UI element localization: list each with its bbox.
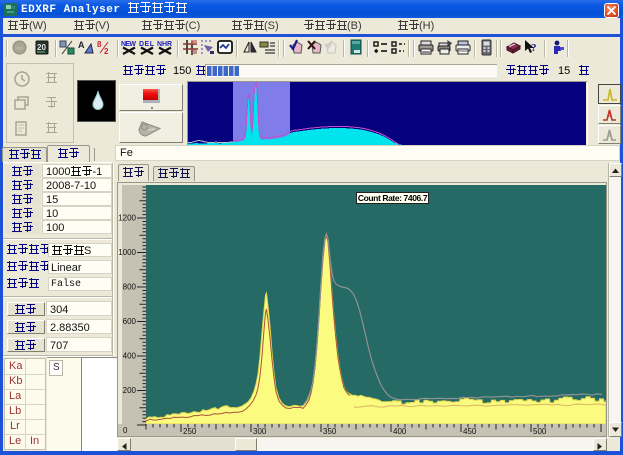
svg-text:450: 450 <box>463 427 477 436</box>
svg-text:300: 300 <box>253 427 267 436</box>
svg-text:8: 8 <box>97 40 102 49</box>
svg-text:400: 400 <box>393 427 407 436</box>
svg-text:0: 0 <box>123 426 128 435</box>
svg-text:1200: 1200 <box>118 214 136 223</box>
svg-text:A: A <box>78 40 85 50</box>
svg-text:250: 250 <box>183 427 197 436</box>
svg-text:?: ? <box>531 42 537 54</box>
svg-text:400: 400 <box>123 352 137 361</box>
svg-text:1000: 1000 <box>118 248 136 257</box>
svg-text:600: 600 <box>123 317 137 326</box>
svg-text:500: 500 <box>533 427 547 436</box>
svg-text:350: 350 <box>323 427 337 436</box>
svg-text:20: 20 <box>37 43 46 52</box>
svg-text:200: 200 <box>123 386 137 395</box>
svg-text:800: 800 <box>123 283 137 292</box>
svg-text:2: 2 <box>104 47 109 56</box>
